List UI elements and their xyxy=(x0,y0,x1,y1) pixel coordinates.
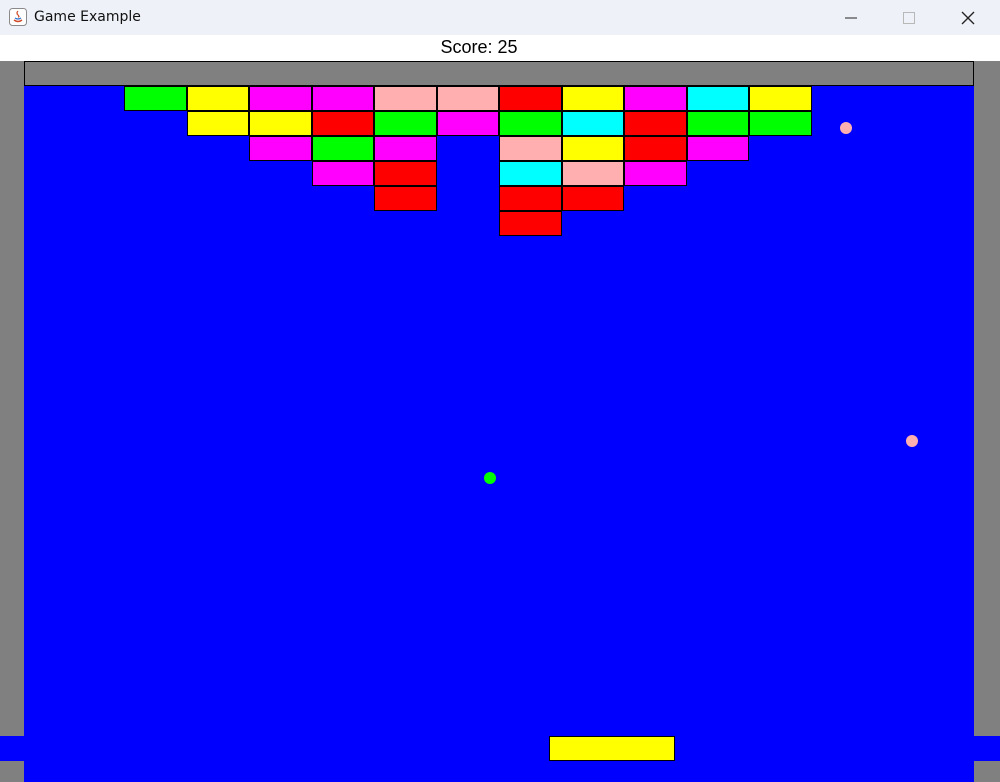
brick xyxy=(624,136,687,161)
brick xyxy=(374,136,437,161)
brick xyxy=(499,186,562,211)
playfield xyxy=(24,86,974,782)
brick xyxy=(311,111,374,136)
right-wall-strip xyxy=(974,736,1000,761)
brick xyxy=(499,136,562,161)
ball-pink-1 xyxy=(840,122,852,134)
brick xyxy=(374,86,437,111)
brick xyxy=(374,111,437,136)
brick xyxy=(561,186,624,211)
maximize-button[interactable] xyxy=(880,0,938,35)
brick xyxy=(686,86,749,111)
close-icon xyxy=(961,11,975,24)
brick xyxy=(686,136,749,161)
brick xyxy=(499,161,562,186)
brick xyxy=(249,136,312,161)
brick xyxy=(749,111,812,136)
top-wall xyxy=(24,61,974,86)
ball-green xyxy=(484,472,496,484)
brick xyxy=(749,86,812,111)
java-app-icon xyxy=(9,8,27,26)
minimize-icon xyxy=(845,17,857,18)
title-bar: Game Example xyxy=(0,0,1000,35)
brick xyxy=(436,111,499,136)
brick xyxy=(686,111,749,136)
brick xyxy=(624,111,687,136)
score-bar: Score: 25 xyxy=(0,35,1000,61)
window-title: Game Example xyxy=(34,9,141,25)
minimize-button[interactable] xyxy=(822,0,880,35)
brick xyxy=(186,111,249,136)
brick xyxy=(311,161,374,186)
brick xyxy=(561,86,624,111)
brick xyxy=(561,111,624,136)
brick xyxy=(436,86,499,111)
score-label: Score: 25 xyxy=(440,37,518,57)
brick xyxy=(624,86,687,111)
paddle[interactable] xyxy=(549,736,675,761)
brick xyxy=(186,86,249,111)
maximize-icon xyxy=(903,11,915,24)
brick xyxy=(249,86,312,111)
brick xyxy=(124,86,187,111)
ball-pink-2 xyxy=(906,435,918,447)
brick xyxy=(374,186,437,211)
brick xyxy=(624,161,687,186)
brick xyxy=(499,111,562,136)
left-wall-strip xyxy=(0,736,24,761)
brick xyxy=(561,136,624,161)
brick xyxy=(499,86,562,111)
brick xyxy=(249,111,312,136)
brick xyxy=(311,86,374,111)
brick xyxy=(561,161,624,186)
brick xyxy=(311,136,374,161)
brick xyxy=(499,211,562,236)
brick xyxy=(374,161,437,186)
close-button[interactable] xyxy=(939,0,997,35)
